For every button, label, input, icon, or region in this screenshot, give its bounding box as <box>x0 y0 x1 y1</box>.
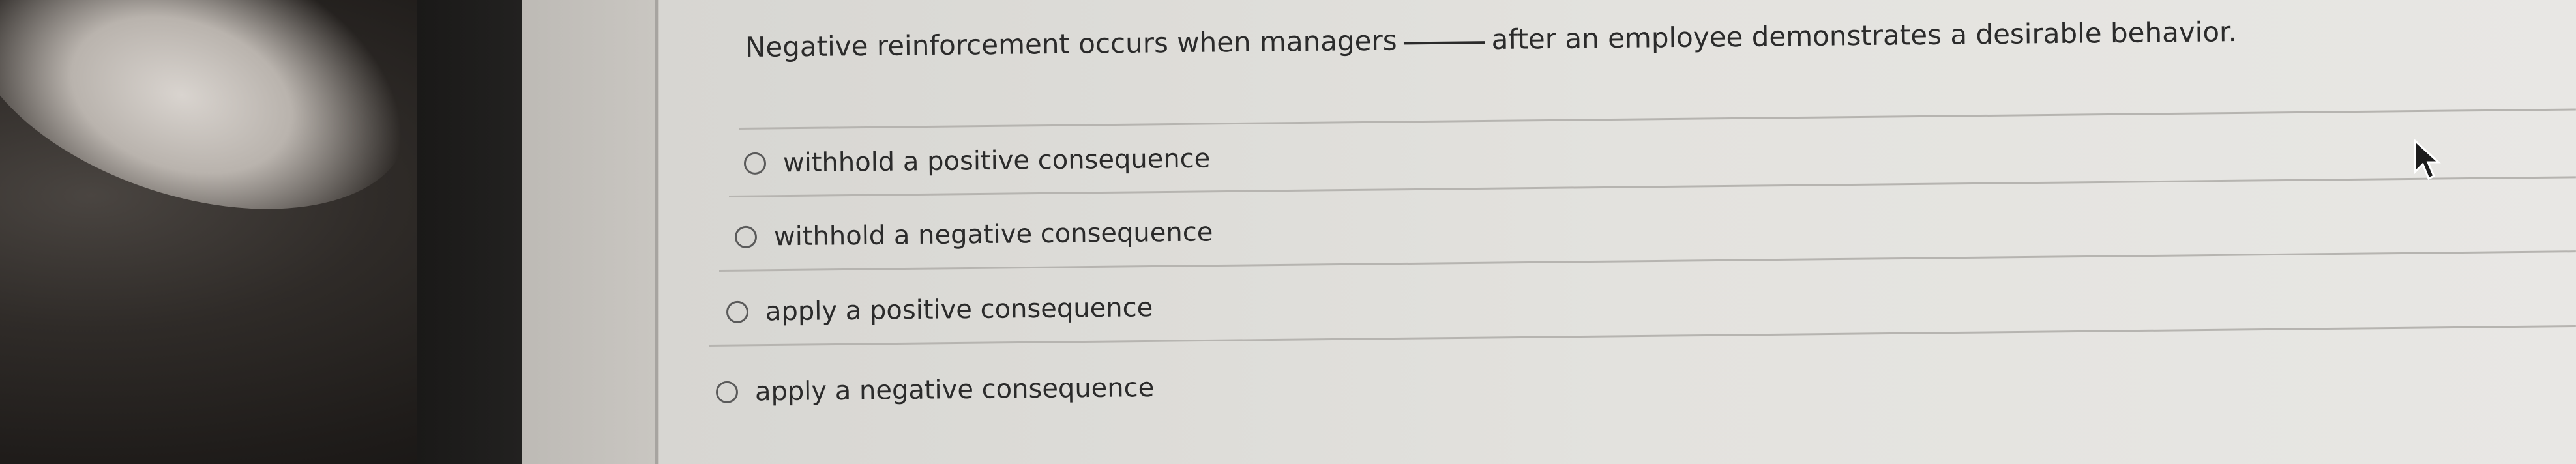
radio-button-icon[interactable] <box>715 381 739 403</box>
pointer-arrow-icon <box>2414 138 2441 181</box>
radio-button-icon[interactable] <box>726 300 749 323</box>
answer-option-label: withhold a positive consequence <box>782 143 1211 179</box>
answer-option-1[interactable]: withhold a positive consequence <box>743 143 1211 179</box>
question-text-before: Negative reinforcement occurs when manag… <box>745 24 1397 63</box>
answer-option-label: withhold a negative consequence <box>773 217 1213 252</box>
radio-button-icon[interactable] <box>734 225 758 248</box>
answer-option-label: apply a negative consequence <box>754 372 1155 407</box>
answer-option-4[interactable]: apply a negative consequence <box>715 372 1155 407</box>
page-left-margin <box>522 0 665 464</box>
answer-option-2[interactable]: withhold a negative consequence <box>734 217 1213 252</box>
answer-option-3[interactable]: apply a positive consequence <box>726 293 1153 327</box>
question-blank <box>1403 41 1485 45</box>
answer-option-label: apply a positive consequence <box>765 293 1153 327</box>
radio-button-icon[interactable] <box>743 152 767 175</box>
content-left-border <box>655 0 658 464</box>
